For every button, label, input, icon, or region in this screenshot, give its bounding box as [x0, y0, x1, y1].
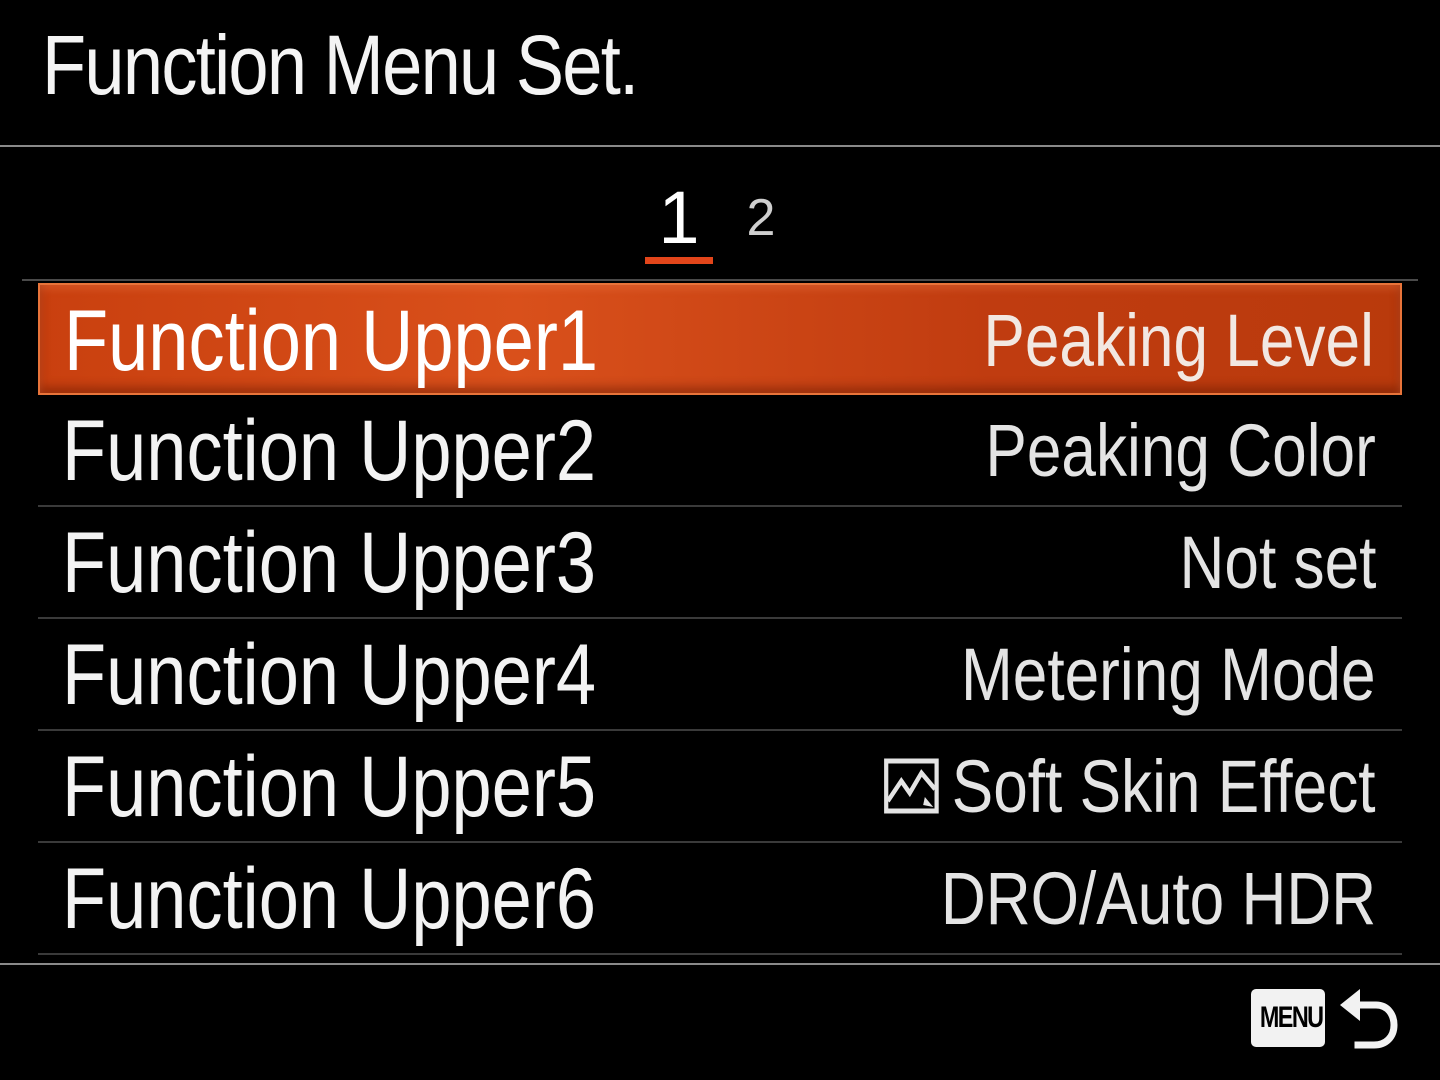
function-menu-list: Function Upper1 Peaking Level Function U… [38, 283, 1402, 955]
page-tab-1[interactable]: 1 [645, 180, 713, 256]
page-tabs: 1 2 [0, 180, 1440, 270]
pager-divider [22, 279, 1418, 281]
menu-button-label: MENU [1259, 1001, 1324, 1034]
page-tab-2[interactable]: 2 [738, 180, 784, 256]
menu-row-function-upper1[interactable]: Function Upper1 Peaking Level [38, 283, 1402, 395]
active-page-indicator [645, 257, 713, 264]
menu-row-function-upper5[interactable]: Function Upper5 Soft Skin Effect [38, 731, 1402, 843]
soft-skin-icon [884, 758, 940, 814]
menu-row-function-upper2[interactable]: Function Upper2 Peaking Color [38, 395, 1402, 507]
menu-row-label: Function Upper1 [64, 293, 599, 389]
menu-row-label: Function Upper3 [62, 515, 597, 611]
menu-row-value: Metering Mode [961, 633, 1376, 716]
menu-row-label: Function Upper4 [62, 627, 597, 723]
return-arrow-icon[interactable] [1338, 985, 1400, 1053]
menu-row-value: DRO/Auto HDR [940, 857, 1376, 940]
menu-row-label: Function Upper6 [62, 851, 597, 947]
menu-row-value: Soft Skin Effect [952, 745, 1376, 828]
menu-row-label: Function Upper2 [62, 403, 597, 499]
page-title: Function Menu Set. [42, 18, 639, 112]
footer-divider [0, 963, 1440, 965]
menu-row-value: Peaking Level [983, 299, 1374, 382]
menu-row-function-upper3[interactable]: Function Upper3 Not set [38, 507, 1402, 619]
menu-row-value: Peaking Color [985, 409, 1376, 492]
menu-row-value-group: Soft Skin Effect [883, 743, 1376, 831]
menu-row-value: Not set [1179, 521, 1376, 604]
menu-button[interactable]: MENU [1251, 989, 1325, 1047]
menu-row-function-upper6[interactable]: Function Upper6 DRO/Auto HDR [38, 843, 1402, 955]
menu-row-function-upper4[interactable]: Function Upper4 Metering Mode [38, 619, 1402, 731]
title-divider [0, 145, 1440, 147]
menu-row-label: Function Upper5 [62, 739, 597, 835]
